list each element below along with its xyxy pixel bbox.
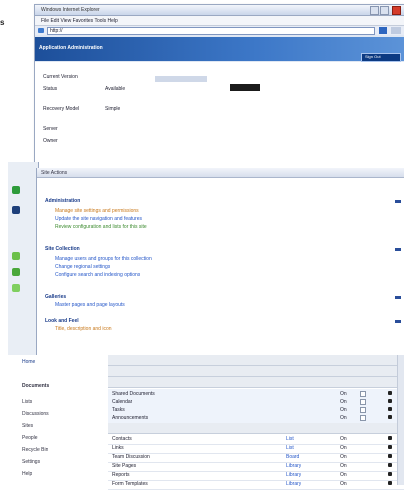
nav-item[interactable]: Sites bbox=[22, 423, 33, 431]
search-icon[interactable] bbox=[391, 27, 401, 34]
browser-titlebar: Windows Internet Explorer bbox=[35, 5, 404, 16]
menu-items[interactable]: File Edit View Favorites Tools Help bbox=[41, 18, 118, 24]
sign-out-button[interactable]: Sign Out bbox=[361, 53, 401, 62]
row-0-label: Current Version bbox=[43, 74, 78, 80]
row-checkbox[interactable] bbox=[360, 415, 366, 421]
green-status-icon[interactable] bbox=[12, 252, 20, 260]
go-icon[interactable] bbox=[379, 27, 387, 34]
section-marker bbox=[395, 296, 401, 299]
row-2-label: Recovery Model bbox=[43, 106, 80, 112]
nav-item[interactable]: Help bbox=[22, 471, 32, 479]
close-icon[interactable] bbox=[392, 6, 401, 15]
items-table: Shared Documents On Calendar On Tasks On… bbox=[108, 355, 404, 490]
section-link[interactable]: Title, description and icon bbox=[55, 326, 112, 332]
row-2-value: Simple bbox=[105, 106, 121, 112]
section-link[interactable]: Update the site navigation and features bbox=[55, 216, 142, 222]
corner-label: s bbox=[0, 18, 5, 27]
list-area: Home Documents Lists Discussions Sites P… bbox=[8, 355, 404, 490]
section-marker bbox=[395, 248, 401, 251]
content-tab[interactable] bbox=[155, 76, 207, 82]
row-status-icon bbox=[388, 445, 392, 449]
row-status-icon bbox=[388, 454, 392, 458]
section-link[interactable]: Review configuration and lists for this … bbox=[55, 224, 147, 230]
row-1-label: Status bbox=[43, 86, 58, 92]
nav-item[interactable]: Documents bbox=[22, 383, 49, 391]
table-header bbox=[108, 423, 404, 434]
section-title[interactable]: Look and Feel bbox=[45, 318, 79, 324]
row-status-icon bbox=[388, 436, 392, 440]
section-title[interactable]: Galleries bbox=[45, 294, 66, 300]
row-4-label: Owner bbox=[43, 138, 58, 144]
section-marker bbox=[395, 200, 401, 203]
quick-launch: Home Documents Lists Discussions Sites P… bbox=[20, 355, 106, 485]
minimize-icon[interactable] bbox=[370, 6, 379, 15]
url-text: http:// bbox=[50, 28, 63, 34]
table-header bbox=[108, 355, 404, 366]
refresh-icon[interactable] bbox=[12, 186, 20, 194]
maximize-icon[interactable] bbox=[380, 6, 389, 15]
menu-bar[interactable]: File Edit View Favorites Tools Help bbox=[35, 16, 404, 26]
site-banner: Application Administration Sign Out bbox=[35, 37, 404, 62]
row-3-label: Server bbox=[43, 126, 58, 132]
row-status-icon bbox=[388, 415, 392, 419]
url-field[interactable]: http:// bbox=[47, 27, 375, 35]
section-link[interactable]: Change regional settings bbox=[55, 264, 110, 270]
section-link[interactable]: Manage site settings and permissions bbox=[55, 208, 139, 214]
back-icon[interactable] bbox=[38, 28, 44, 33]
add-icon[interactable] bbox=[12, 268, 20, 276]
section-marker bbox=[395, 320, 401, 323]
address-bar: http:// bbox=[35, 26, 404, 35]
section-link[interactable]: Manage users and groups for this collect… bbox=[55, 256, 152, 262]
status-indicator bbox=[230, 84, 260, 91]
row-status-icon bbox=[388, 399, 392, 403]
section-link[interactable]: Configure search and indexing options bbox=[55, 272, 140, 278]
table-header bbox=[108, 366, 404, 377]
nav-item[interactable]: People bbox=[22, 435, 38, 443]
document-header: Site Actions bbox=[37, 168, 404, 178]
nav-item[interactable]: Home bbox=[22, 359, 35, 367]
banner-title: Application Administration bbox=[39, 45, 103, 51]
admin-content: Current Version Status Available Recover… bbox=[35, 62, 404, 177]
section-title[interactable]: Administration bbox=[45, 198, 80, 204]
nav-item[interactable]: Lists bbox=[22, 399, 32, 407]
nav-item[interactable]: Settings bbox=[22, 459, 40, 467]
row-status-icon bbox=[388, 407, 392, 411]
vertical-scrollbar[interactable] bbox=[397, 355, 404, 485]
window-title: Windows Internet Explorer bbox=[41, 7, 100, 13]
nav-item[interactable]: Recycle Bin bbox=[22, 447, 48, 455]
nav-item[interactable]: Discussions bbox=[22, 411, 49, 419]
browser-window: Windows Internet Explorer File Edit View… bbox=[34, 4, 404, 178]
document-header-title: Site Actions bbox=[41, 170, 68, 176]
row-status-icon bbox=[388, 472, 392, 476]
row-status-icon bbox=[388, 481, 392, 485]
section-link[interactable]: Master pages and page layouts bbox=[55, 302, 125, 308]
folder-icon[interactable] bbox=[12, 206, 20, 214]
table-header bbox=[108, 377, 404, 388]
check-icon[interactable] bbox=[12, 284, 20, 292]
row-1-value: Available bbox=[105, 86, 126, 92]
row-status-icon bbox=[388, 463, 392, 467]
section-title[interactable]: Site Collection bbox=[45, 246, 80, 252]
document-pane: Site Actions Administration Manage site … bbox=[36, 168, 404, 356]
row-status-icon bbox=[388, 391, 392, 395]
